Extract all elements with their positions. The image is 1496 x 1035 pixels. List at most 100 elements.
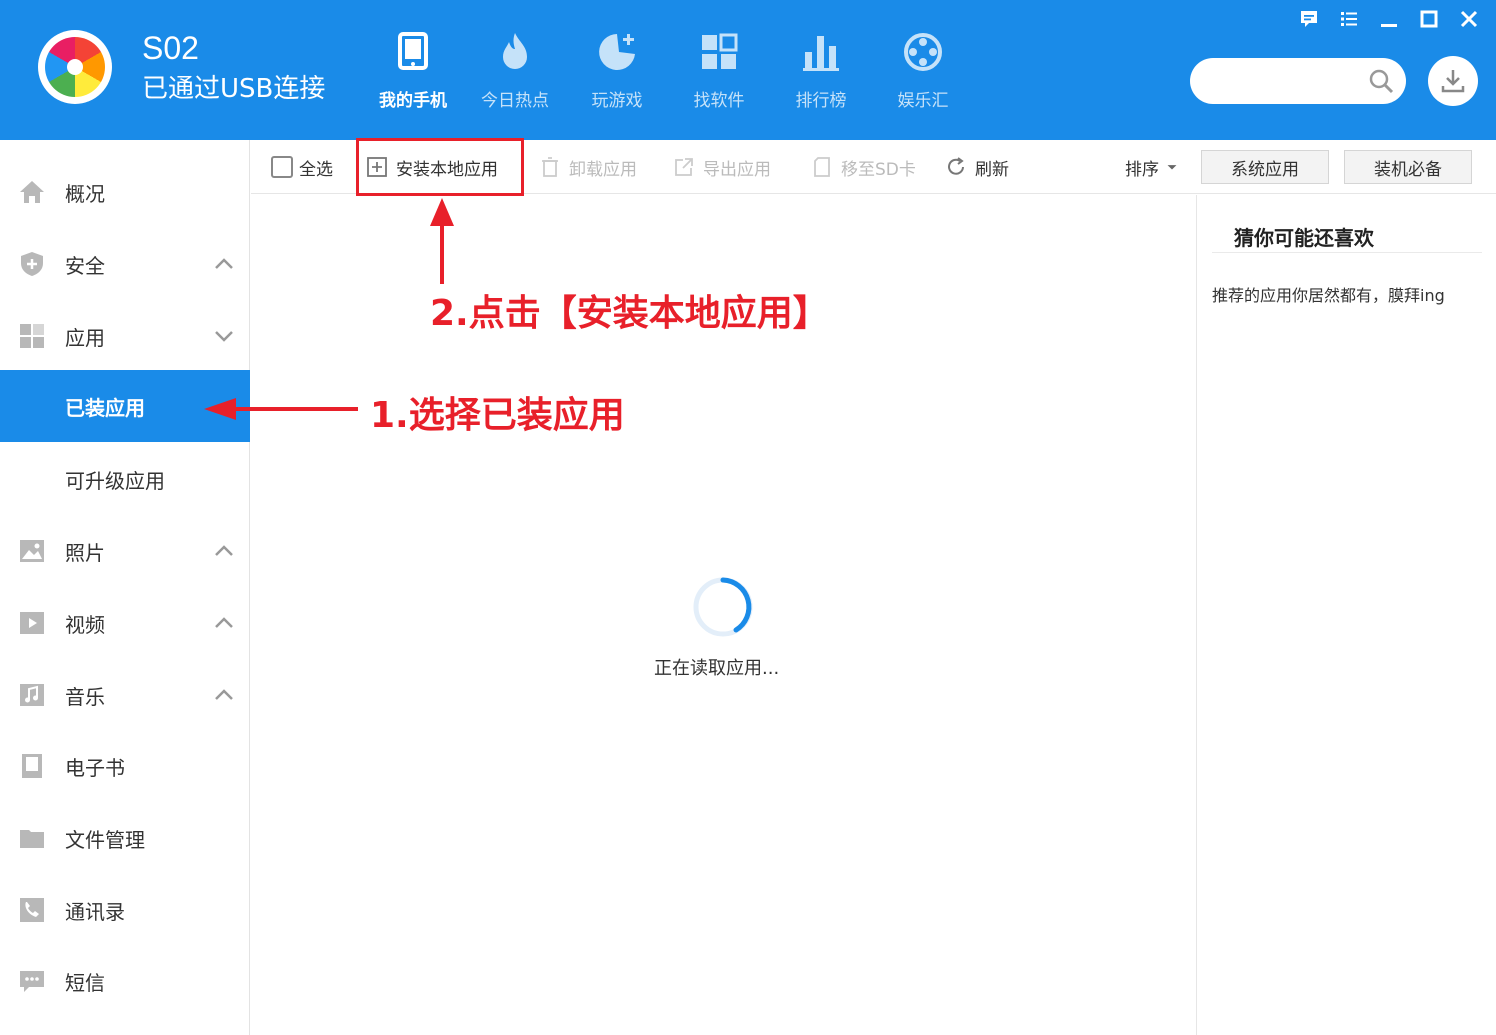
sidebar-item-overview[interactable]: 概况 (0, 156, 250, 228)
sidebar-item-photos[interactable]: 照片 (0, 515, 250, 587)
phone-icon (398, 32, 428, 70)
sidebar: 概况 安全 应用 已装应用 可升级应用 照片 视频 音乐 电子书 文件管理 通讯… (0, 140, 250, 1035)
chevron-up-icon[interactable] (212, 683, 236, 707)
refresh-button[interactable]: 刷新 (945, 140, 1009, 194)
minimize-icon[interactable] (1376, 6, 1402, 32)
sidebar-item-label: 可升级应用 (65, 468, 165, 493)
chevron-up-icon[interactable] (212, 252, 236, 276)
nav-label: 找软件 (693, 91, 745, 111)
download-icon (1441, 70, 1465, 93)
search-icon[interactable] (1368, 68, 1394, 94)
loading-spinner (693, 577, 753, 637)
game-icon (599, 34, 635, 70)
system-apps-button[interactable]: 系统应用 (1201, 150, 1329, 184)
feedback-icon[interactable] (1296, 6, 1322, 32)
sidebar-item-contacts[interactable]: 通讯录 (0, 874, 250, 946)
sd-card-icon (814, 157, 830, 177)
video-icon (20, 612, 44, 634)
search-input[interactable] (1206, 68, 1356, 94)
select-all-label: 全选 (299, 159, 333, 180)
sidebar-item-ebooks[interactable]: 电子书 (0, 730, 250, 802)
move-to-sd-label: 移至SD卡 (841, 159, 916, 180)
annotation-step-1: 1.选择已装应用 (370, 395, 625, 436)
sidebar-item-label: 应用 (65, 325, 105, 350)
home-icon (20, 181, 44, 203)
device-connection-status: 已通过USB连接 (142, 74, 326, 104)
sidebar-item-label: 电子书 (65, 755, 125, 780)
close-icon[interactable] (1456, 6, 1482, 32)
sidebar-item-videos[interactable]: 视频 (0, 587, 250, 659)
nav-label: 今日热点 (481, 91, 549, 111)
sidebar-item-label: 音乐 (65, 684, 105, 709)
search-box (1190, 58, 1406, 104)
film-reel-icon (904, 33, 942, 71)
nav-label: 我的手机 (379, 91, 447, 111)
main-nav: 我的手机 今日热点 玩游戏 找软件 排行榜 娱乐汇 (362, 30, 974, 120)
device-name: S02 (142, 30, 199, 66)
maximize-icon[interactable] (1416, 6, 1442, 32)
nav-entertainment[interactable]: 娱乐汇 (872, 30, 974, 120)
uninstall-app-button[interactable]: 卸载应用 (539, 140, 637, 194)
sidebar-item-music[interactable]: 音乐 (0, 659, 250, 731)
sidebar-item-label: 概况 (65, 181, 105, 206)
sidebar-item-label: 已装应用 (65, 395, 145, 420)
loading-text: 正在读取应用... (654, 658, 780, 679)
sidebar-item-file-manager[interactable]: 文件管理 (0, 802, 250, 874)
caret-down-icon (1167, 165, 1177, 170)
panel-divider (1196, 195, 1197, 1035)
sort-label: 排序 (1125, 159, 1159, 180)
export-icon (675, 158, 693, 176)
essential-apps-button[interactable]: 装机必备 (1344, 150, 1472, 184)
nav-today-hot[interactable]: 今日热点 (464, 30, 566, 120)
apps-icon (20, 324, 44, 348)
fire-icon (503, 33, 527, 69)
bar-chart-icon (803, 36, 839, 71)
sidebar-item-apps[interactable]: 应用 (0, 300, 250, 372)
annotation-step-2: 2.点击【安装本地应用】 (430, 293, 829, 334)
menu-list-icon[interactable] (1336, 6, 1362, 32)
top-header: S02 已通过USB连接 我的手机 今日热点 玩游戏 找软件 排行榜 娱乐汇 (0, 0, 1496, 140)
chevron-down-icon[interactable] (212, 324, 236, 348)
uninstall-app-label: 卸载应用 (569, 159, 637, 180)
chevron-up-icon[interactable] (212, 539, 236, 563)
nav-label: 玩游戏 (591, 91, 643, 111)
sort-dropdown[interactable]: 排序 (1125, 140, 1187, 194)
recommend-panel-title: 猜你可能还喜欢 (1234, 226, 1374, 250)
window-controls (1296, 6, 1482, 32)
export-app-label: 导出应用 (703, 159, 771, 180)
sidebar-item-label: 文件管理 (65, 827, 145, 852)
apps-grid-icon (702, 33, 738, 69)
chevron-up-icon[interactable] (212, 611, 236, 635)
refresh-label: 刷新 (975, 159, 1009, 180)
export-app-button[interactable]: 导出应用 (673, 140, 771, 194)
sms-icon (20, 971, 44, 992)
contacts-icon (20, 898, 44, 922)
image-icon (20, 540, 44, 562)
sidebar-item-label: 通讯录 (65, 899, 125, 924)
book-icon (22, 754, 42, 778)
select-all-checkbox[interactable]: 全选 (271, 140, 333, 194)
nav-games[interactable]: 玩游戏 (566, 30, 668, 120)
sidebar-item-sms[interactable]: 短信 (0, 945, 250, 1017)
sidebar-item-security[interactable]: 安全 (0, 228, 250, 300)
sidebar-item-installed-apps[interactable]: 已装应用 (0, 370, 250, 442)
shield-icon (21, 252, 43, 276)
move-to-sd-button[interactable]: 移至SD卡 (811, 140, 916, 194)
nav-my-phone[interactable]: 我的手机 (362, 30, 464, 120)
download-button[interactable] (1428, 56, 1478, 106)
sidebar-item-upgradable-apps[interactable]: 可升级应用 (0, 443, 250, 515)
music-icon (20, 684, 44, 706)
nav-label: 排行榜 (795, 91, 847, 111)
recommend-panel-divider (1212, 252, 1482, 253)
sidebar-item-label: 安全 (65, 253, 105, 278)
sidebar-item-label: 短信 (65, 970, 105, 995)
sidebar-item-label: 照片 (65, 540, 105, 565)
app-logo (38, 30, 112, 104)
nav-find-software[interactable]: 找软件 (668, 30, 770, 120)
annotation-highlight-box (356, 138, 524, 196)
folder-icon (20, 830, 44, 848)
checkbox-box[interactable] (271, 156, 293, 178)
nav-label: 娱乐汇 (897, 91, 949, 111)
refresh-icon (948, 157, 964, 175)
nav-ranking[interactable]: 排行榜 (770, 30, 872, 120)
